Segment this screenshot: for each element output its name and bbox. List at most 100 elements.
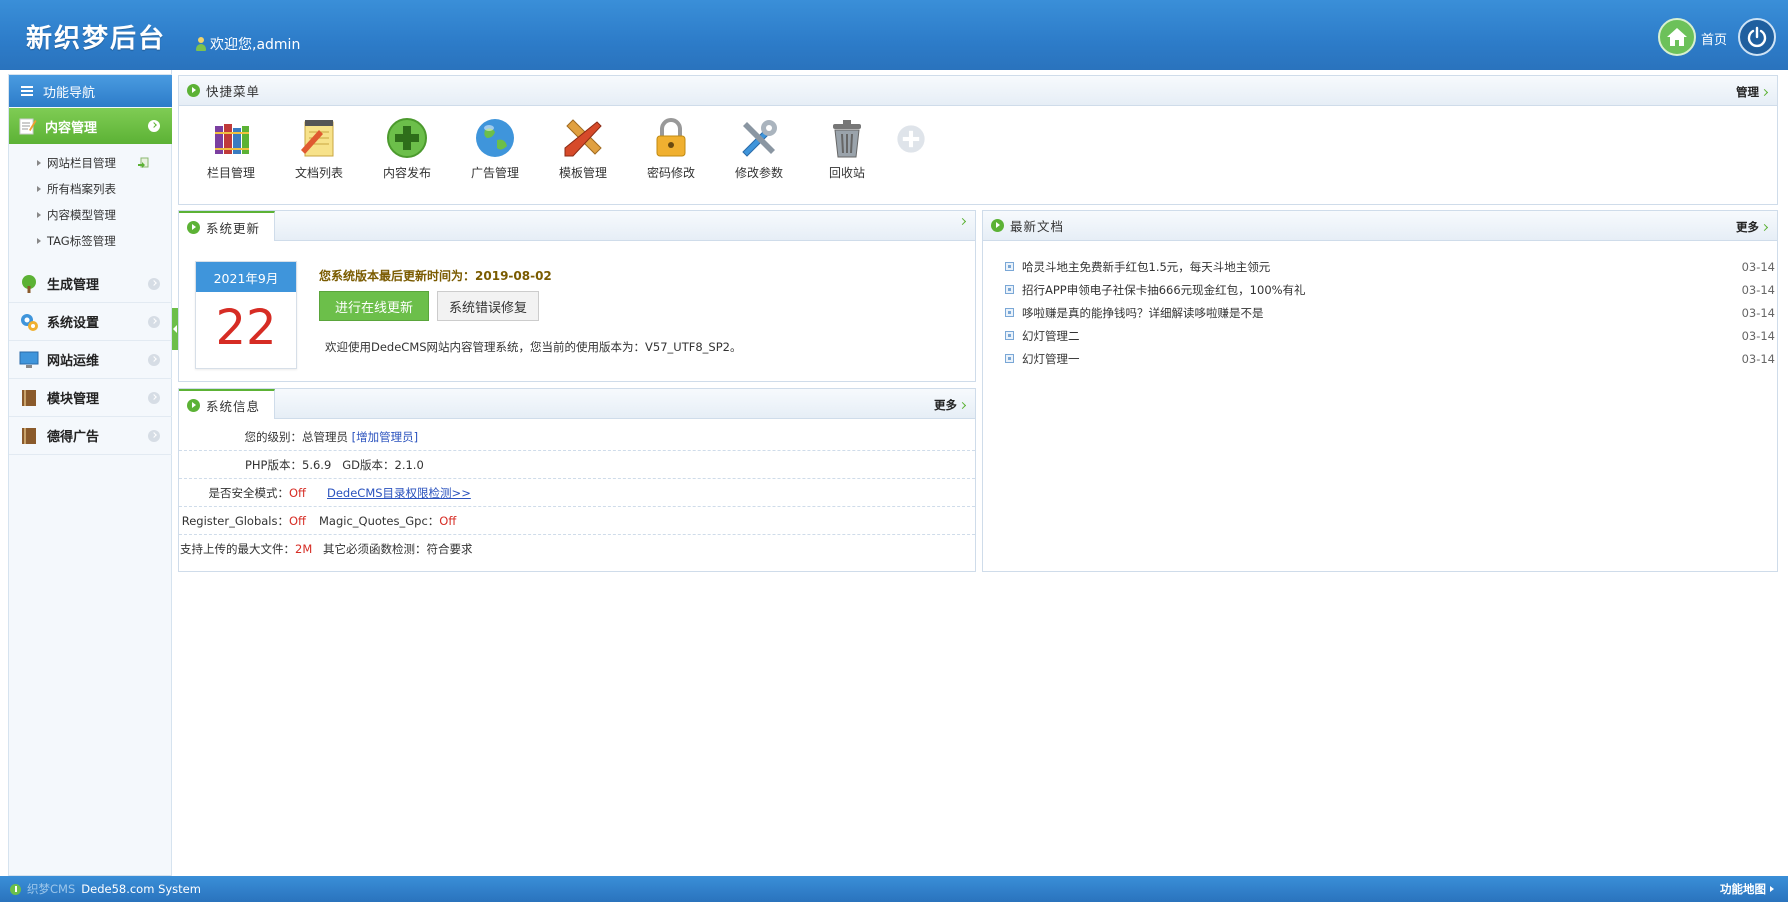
info-row-upload: 支持上传的最大文件： 2M 其它必须函数检测： 符合要求 (179, 535, 975, 563)
add-admin-link[interactable]: [增加管理员] (352, 429, 418, 445)
welcome-label: 欢迎您,admin (210, 37, 301, 53)
menu-settings[interactable]: 系统设置 (9, 303, 172, 341)
menu-modules[interactable]: 模块管理 (9, 379, 172, 417)
level-label: 您的级别： (244, 429, 303, 444)
info-row-safe-mode: 是否安全模式： Off DedeCMS目录权限检测>> (179, 479, 975, 507)
chevron-right-icon (1760, 223, 1769, 231)
list-item[interactable]: 幻灯管理二 03-14 (1005, 324, 1775, 347)
quick-item-publish[interactable]: 内容发布 (363, 116, 451, 181)
php-value: 5.6.9 (302, 457, 332, 472)
quick-item-params[interactable]: 修改参数 (715, 116, 803, 181)
footer-info: 织梦CMS Dede58.com System (10, 881, 201, 897)
quick-item-label: 模板管理 (558, 166, 607, 180)
list-item[interactable]: 幻灯管理一 03-14 (1005, 347, 1775, 370)
list-item[interactable]: 哈灵斗地主免费新手红包1.5元，每天斗地主领元 03-14 (1005, 255, 1775, 278)
quick-item-ads[interactable]: 广告管理 (451, 116, 539, 181)
arrow-circle-icon (187, 220, 200, 234)
quick-item-category[interactable]: 栏目管理 (187, 116, 275, 181)
quick-menu-items: 栏目管理 文档列表 内容发布 广告管理 模板管理 密码修改 修改参数 回收站 (187, 116, 931, 181)
menu-label: 模块管理 (47, 392, 100, 407)
functions-label: 其它必须函数检测： (323, 542, 427, 556)
quick-item-recycle-bin[interactable]: 回收站 (803, 116, 891, 181)
submenu-item-models[interactable]: 内容模型管理 (9, 202, 172, 228)
power-icon (1747, 26, 1767, 48)
safe-mode-label: 是否安全模式： (208, 485, 290, 500)
home-button[interactable] (1658, 18, 1696, 56)
system-info-panel: 系统信息 更多 您的级别： 总管理员 [增加管理员] PHP版本： 5.6.9 … (178, 388, 976, 572)
menu-label: 德得广告 (47, 430, 100, 445)
more-label: 更多 (934, 398, 957, 412)
quick-item-label: 文档列表 (294, 166, 343, 180)
quick-item-templates[interactable]: 模板管理 (539, 116, 627, 181)
doc-date: 03-14 (1741, 351, 1775, 366)
add-circle-icon (897, 125, 925, 153)
chevron-right-icon (1760, 88, 1769, 96)
top-header: 新织梦后台 欢迎您,admin 首页 (0, 0, 1788, 70)
panel-header: 系统更新 (179, 211, 975, 241)
doc-date: 03-14 (1741, 305, 1775, 320)
menu-operations[interactable]: 网站运维 (9, 341, 172, 379)
sidebar: 功能导航 内容管理 网站栏目管理 所有档案列表 内容模型管理 TAG标签管理 生… (0, 70, 172, 876)
tools-icon (742, 120, 777, 157)
bullet-icon (1005, 285, 1014, 294)
submenu-item-archives[interactable]: 所有档案列表 (9, 176, 172, 202)
logout-button[interactable] (1738, 18, 1776, 56)
edit-doc-icon (19, 118, 37, 135)
panel-tab: 系统信息 (179, 389, 276, 419)
doc-title: 幻灯管理二 (1022, 328, 1080, 343)
version-description: 欢迎使用DedeCMS网站内容管理系统，您当前的使用版本为：V57_UTF8_S… (325, 340, 742, 354)
quick-item-label: 栏目管理 (206, 166, 255, 180)
panel-title: 最新文档 (1010, 219, 1065, 234)
user-icon (196, 37, 206, 51)
online-update-button[interactable]: 进行在线更新 (319, 291, 429, 321)
menu-label: 系统设置 (47, 316, 100, 331)
quick-item-add[interactable] (891, 116, 931, 181)
list-item[interactable]: 哆啦赚是真的能挣钱吗？详细解读哆啦赚是不是 03-14 (1005, 301, 1775, 324)
quick-menu-panel: 快捷菜单 管理 栏目管理 文档列表 内容发布 广告管理 模板管理 密码修改 修改… (178, 75, 1778, 205)
submenu-item-tags[interactable]: TAG标签管理 (9, 228, 172, 254)
home-link[interactable]: 首页 (1701, 29, 1727, 48)
more-link[interactable]: 更多 (934, 397, 967, 413)
panel-tab: 系统更新 (179, 211, 276, 241)
level-value: 总管理员 (302, 429, 348, 444)
settings-icon (21, 313, 38, 331)
magic-quotes-label: Magic_Quotes_Gpc： (319, 513, 440, 528)
add-category-icon[interactable] (137, 157, 149, 169)
list-item[interactable]: 招行APP申领电子社保卡抽666元现金红包，100%有礼 03-14 (1005, 278, 1775, 301)
submenu-label: 所有档案列表 (47, 182, 116, 196)
panel-header: 快捷菜单 管理 (179, 76, 1777, 106)
calendar-month: 2021年9月 (196, 262, 296, 292)
more-label: 更多 (1736, 220, 1759, 234)
quick-item-doclist[interactable]: 文档列表 (275, 116, 363, 181)
book-icon (22, 427, 36, 444)
expand-link[interactable] (958, 217, 967, 226)
monitor-icon (19, 351, 39, 368)
error-repair-button[interactable]: 系统错误修复 (437, 291, 539, 321)
submenu-item-category[interactable]: 网站栏目管理 (9, 150, 172, 176)
quick-item-password[interactable]: 密码修改 (627, 116, 715, 181)
welcome-text: 欢迎您,admin (196, 34, 300, 54)
arrow-circle-icon (187, 398, 200, 412)
doc-list: 哈灵斗地主免费新手红包1.5元，每天斗地主领元 03-14 招行APP申领电子社… (1005, 255, 1775, 370)
submenu-list: 网站栏目管理 所有档案列表 内容模型管理 TAG标签管理 (9, 150, 172, 254)
manage-link[interactable]: 管理 (1736, 84, 1769, 100)
info-icon (10, 883, 21, 895)
gd-value: 2.1.0 (394, 457, 424, 472)
more-link[interactable]: 更多 (1736, 219, 1769, 235)
menu-ads[interactable]: 德得广告 (9, 417, 172, 455)
menu-content-management[interactable]: 内容管理 (9, 108, 172, 144)
footer-bar: 织梦CMS Dede58.com System 功能地图 (0, 876, 1788, 902)
register-globals-label: Register_Globals： (181, 513, 289, 528)
panel-header: 最新文档 更多 (983, 211, 1777, 241)
home-icon (1667, 28, 1687, 46)
quick-item-label: 回收站 (828, 166, 865, 180)
sitemap-link[interactable]: 功能地图 (1720, 881, 1774, 897)
panel-title: 系统信息 (206, 398, 261, 414)
doc-title: 招行APP申领电子社保卡抽666元现金红包，100%有礼 (1022, 282, 1306, 297)
submenu-label: 网站栏目管理 (47, 156, 116, 170)
chevron-right-icon (148, 391, 160, 404)
latest-docs-panel: 最新文档 更多 哈灵斗地主免费新手红包1.5元，每天斗地主领元 03-14 招行… (982, 210, 1778, 572)
app-logo: 新织梦后台 (26, 24, 167, 54)
permission-check-link[interactable]: DedeCMS目录权限检测>> (327, 485, 471, 501)
menu-generate[interactable]: 生成管理 (9, 265, 172, 303)
